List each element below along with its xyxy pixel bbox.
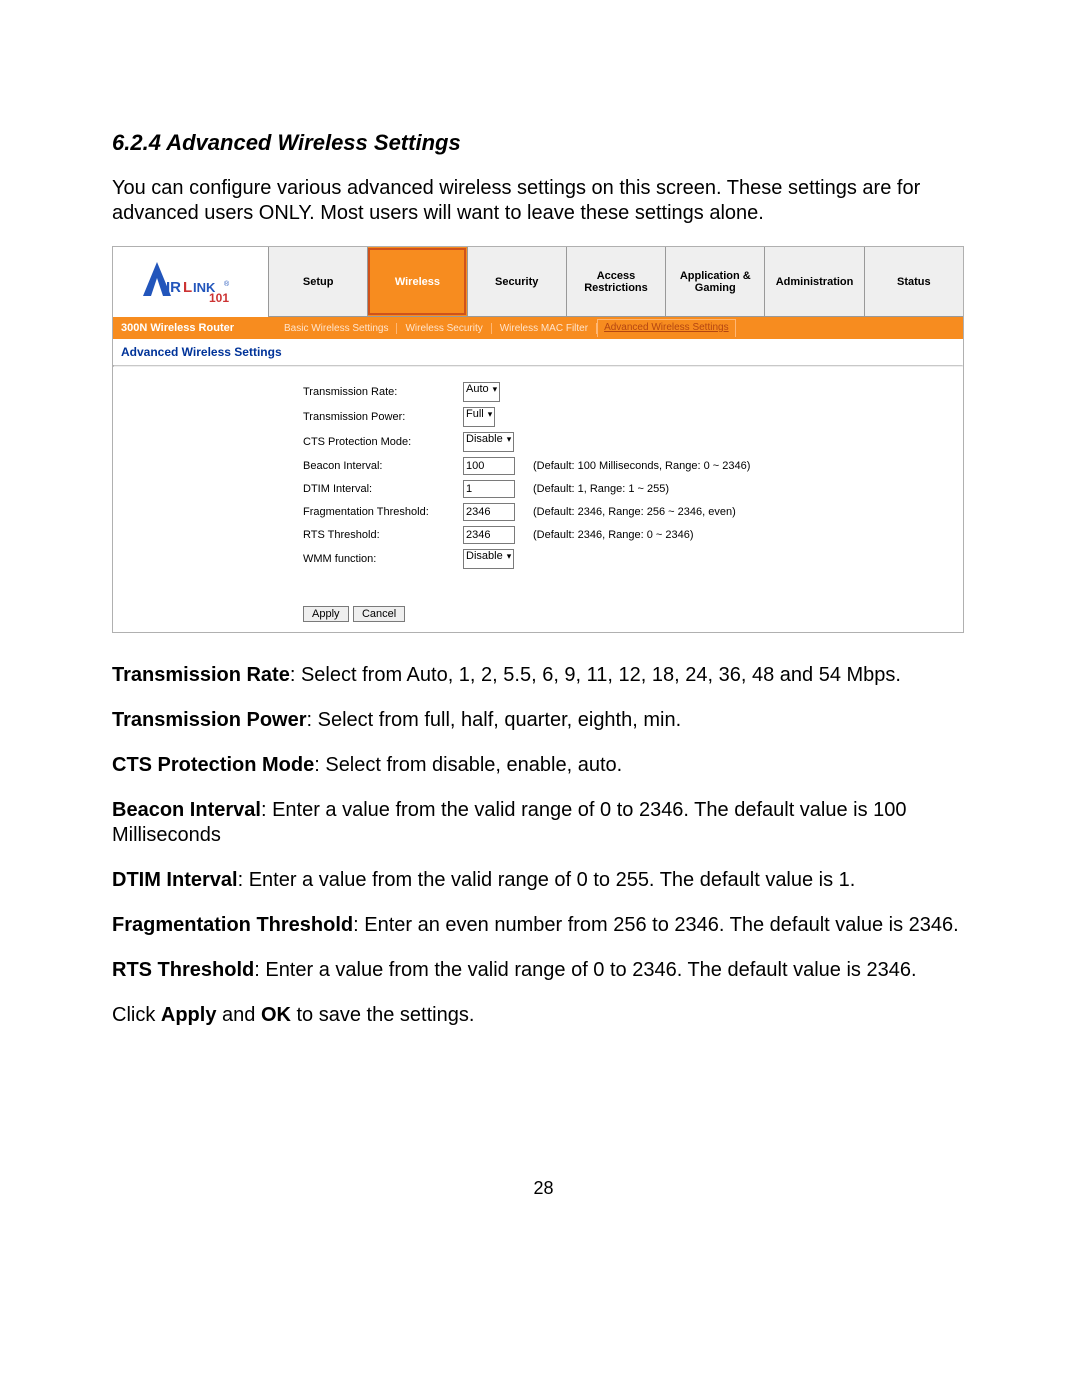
- hint-dtim: (Default: 1, Range: 1 ~ 255): [533, 483, 669, 495]
- primary-tabs: Setup Wireless Security Access Restricti…: [269, 247, 963, 317]
- label-cts: CTS Protection Mode:: [303, 436, 463, 448]
- select-wmm[interactable]: Disable▾: [463, 549, 514, 569]
- desc-dtim: DTIM Interval: Enter a value from the va…: [112, 868, 975, 893]
- label-tx-power: Transmission Power:: [303, 411, 463, 423]
- apply-button[interactable]: Apply: [303, 606, 349, 622]
- tab-status[interactable]: Status: [864, 247, 963, 316]
- subtab-basic[interactable]: Basic Wireless Settings: [276, 323, 397, 334]
- chevron-down-icon: ▾: [493, 384, 498, 395]
- svg-text:®: ®: [224, 280, 230, 288]
- input-rts[interactable]: [463, 526, 515, 544]
- chevron-down-icon: ▾: [488, 409, 493, 420]
- page-label: Advanced Wireless Settings: [113, 339, 963, 365]
- subtab-advanced[interactable]: Advanced Wireless Settings: [597, 319, 736, 337]
- desc-cts: CTS Protection Mode: Select from disable…: [112, 753, 975, 778]
- desc-tx-power: Transmission Power: Select from full, ha…: [112, 708, 975, 733]
- hint-frag: (Default: 2346, Range: 256 ~ 2346, even): [533, 506, 736, 518]
- chevron-down-icon: ▾: [507, 551, 512, 562]
- desc-frag: Fragmentation Threshold: Enter an even n…: [112, 913, 975, 938]
- select-tx-rate[interactable]: Auto▾: [463, 382, 500, 402]
- label-rts: RTS Threshold:: [303, 529, 463, 541]
- router-screenshot: IR L INK ® 101 Setup Wireless Security A…: [112, 246, 964, 633]
- desc-beacon: Beacon Interval: Enter a value from the …: [112, 798, 975, 848]
- hint-beacon: (Default: 100 Milliseconds, Range: 0 ~ 2…: [533, 460, 750, 472]
- label-wmm: WMM function:: [303, 553, 463, 565]
- tab-security[interactable]: Security: [467, 247, 566, 316]
- tab-administration[interactable]: Administration: [764, 247, 863, 316]
- router-logo: IR L INK ® 101: [113, 247, 269, 317]
- cancel-button[interactable]: Cancel: [353, 606, 405, 622]
- section-heading: 6.2.4 Advanced Wireless Settings: [112, 130, 975, 156]
- svg-text:L: L: [183, 279, 192, 296]
- intro-paragraph: You can configure various advanced wirel…: [112, 176, 975, 226]
- label-frag: Fragmentation Threshold:: [303, 506, 463, 518]
- subtab-mac-filter[interactable]: Wireless MAC Filter: [492, 323, 597, 334]
- router-model: 300N Wireless Router: [113, 322, 276, 334]
- svg-text:IR: IR: [166, 279, 181, 296]
- select-tx-power[interactable]: Full▾: [463, 407, 495, 427]
- hint-rts: (Default: 2346, Range: 0 ~ 2346): [533, 529, 694, 541]
- label-dtim: DTIM Interval:: [303, 483, 463, 495]
- tab-app-gaming[interactable]: Application & Gaming: [665, 247, 764, 316]
- chevron-down-icon: ▾: [507, 434, 512, 445]
- desc-rts: RTS Threshold: Enter a value from the va…: [112, 958, 975, 983]
- input-beacon[interactable]: [463, 457, 515, 475]
- select-cts[interactable]: Disable▾: [463, 432, 514, 452]
- tab-wireless[interactable]: Wireless: [367, 247, 466, 316]
- label-tx-rate: Transmission Rate:: [303, 386, 463, 398]
- label-beacon: Beacon Interval:: [303, 460, 463, 472]
- input-dtim[interactable]: [463, 480, 515, 498]
- desc-final: Click Apply and OK to save the settings.: [112, 1003, 975, 1028]
- subtab-security[interactable]: Wireless Security: [397, 323, 491, 334]
- page-number: 28: [112, 1178, 975, 1199]
- tab-setup[interactable]: Setup: [269, 247, 367, 316]
- svg-text:101: 101: [209, 291, 229, 305]
- desc-tx-rate: Transmission Rate: Select from Auto, 1, …: [112, 663, 975, 688]
- input-frag[interactable]: [463, 503, 515, 521]
- tab-access-restrictions[interactable]: Access Restrictions: [566, 247, 665, 316]
